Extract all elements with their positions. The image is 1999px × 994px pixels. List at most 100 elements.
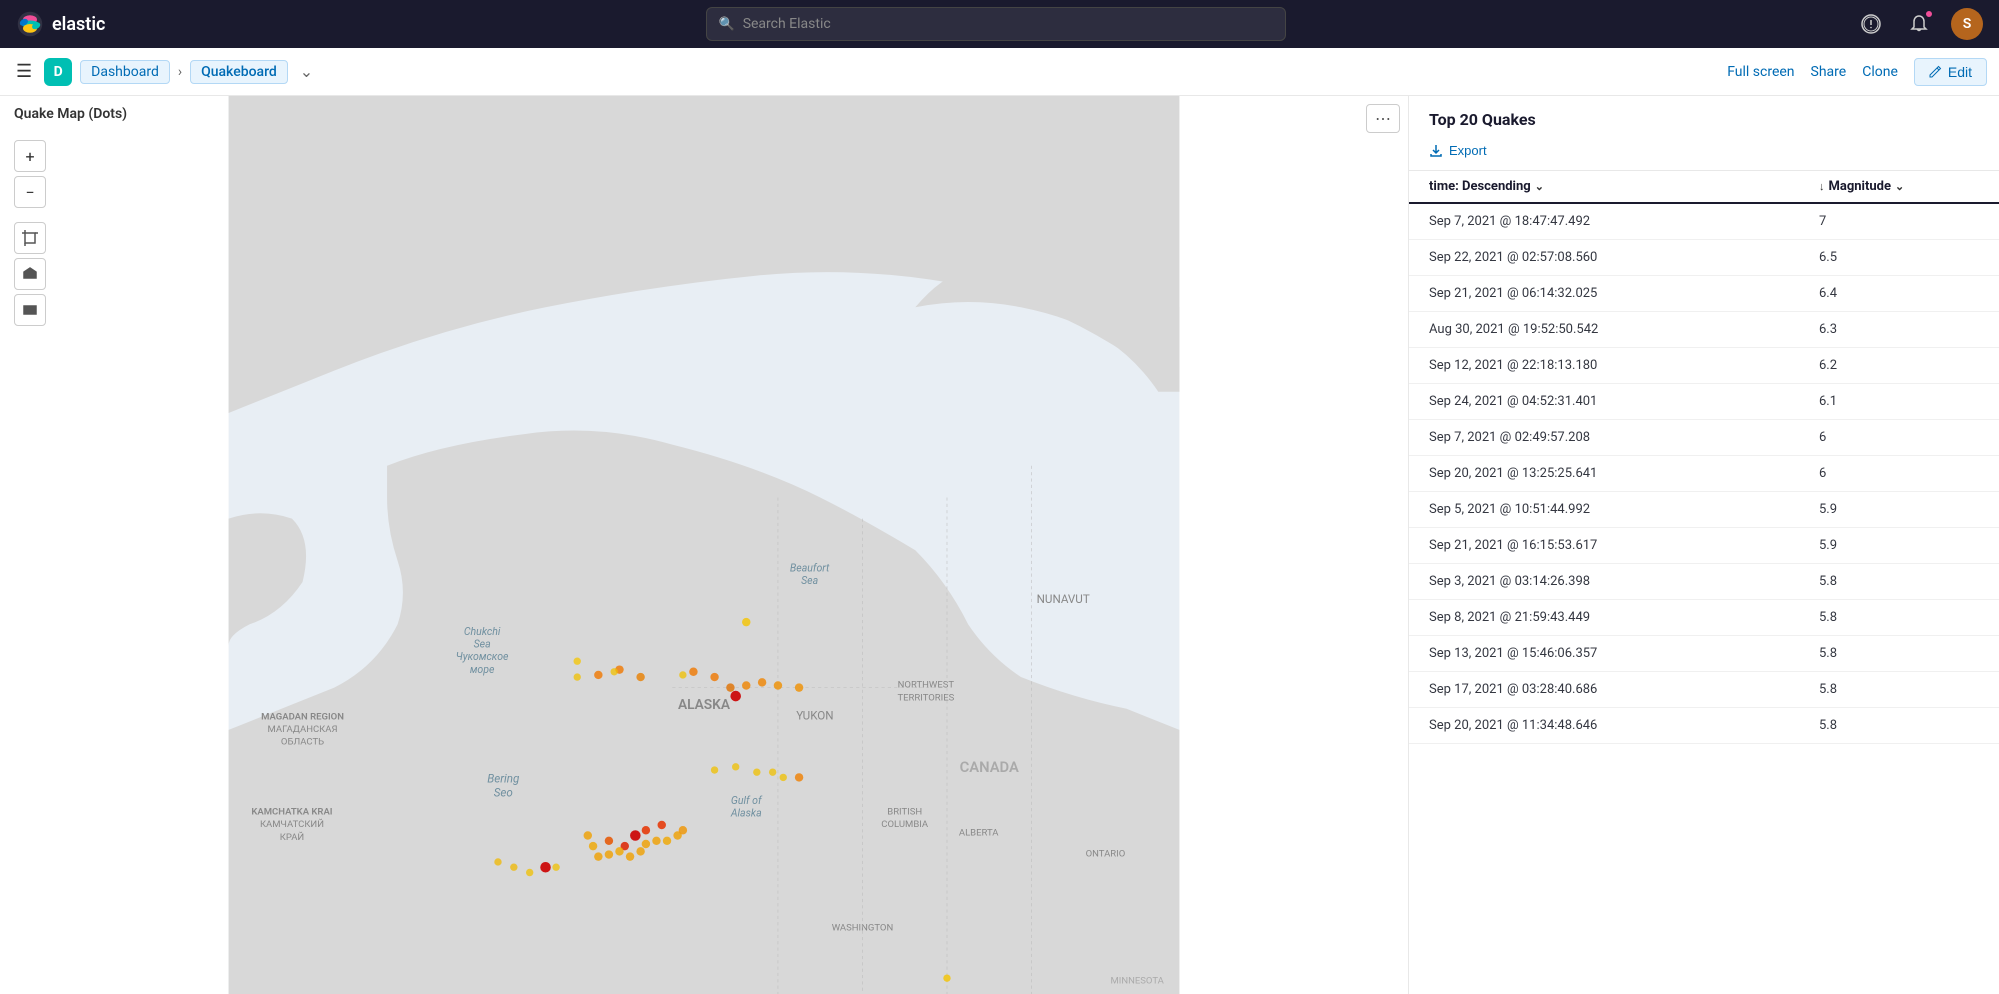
svg-text:море: море [470, 663, 495, 676]
breadcrumb-dashboard[interactable]: Dashboard [80, 60, 170, 84]
row-time: Sep 21, 2021 @ 06:14:32.025 [1429, 286, 1819, 301]
row-magnitude: 6.4 [1819, 286, 1979, 301]
breadcrumb-chevron[interactable]: ⌄ [296, 62, 317, 81]
svg-text:КАМЧАТСКИЙ: КАМЧАТСКИЙ [260, 818, 324, 830]
edit-pencil-icon [1929, 65, 1942, 78]
share-button[interactable]: Share [1811, 64, 1847, 80]
zoom-out-button[interactable]: − [14, 176, 46, 208]
row-time: Sep 12, 2021 @ 22:18:13.180 [1429, 358, 1819, 373]
row-magnitude: 5.9 [1819, 502, 1979, 517]
svg-text:COLUMBIA: COLUMBIA [881, 819, 929, 830]
svg-text:Чукомское: Чукомское [456, 650, 509, 663]
svg-text:ONTARIO: ONTARIO [1086, 849, 1126, 860]
breadcrumb-separator: › [178, 64, 182, 80]
edit-button[interactable]: Edit [1914, 58, 1987, 86]
svg-text:TERRITORIES: TERRITORIES [897, 692, 954, 703]
crop-tool-button[interactable] [14, 222, 46, 254]
map-title: Quake Map (Dots) [14, 106, 127, 122]
map-panel: Quake Map (Dots) ⋯ + − [0, 96, 1409, 994]
rectangle-icon [22, 302, 38, 318]
svg-text:NORTHWEST: NORTHWEST [898, 680, 955, 691]
table-row[interactable]: Sep 5, 2021 @ 10:51:44.992 5.9 [1409, 492, 1999, 528]
elastic-text: elastic [52, 14, 105, 35]
svg-text:ОБЛАСТЬ: ОБЛАСТЬ [281, 737, 324, 748]
table-row[interactable]: Sep 21, 2021 @ 06:14:32.025 6.4 [1409, 276, 1999, 312]
table-row[interactable]: Sep 7, 2021 @ 18:47:47.492 7 [1409, 204, 1999, 240]
row-time: Sep 3, 2021 @ 03:14:26.398 [1429, 574, 1819, 589]
alert-icon-btn[interactable] [1855, 8, 1887, 40]
polygon-tool-button[interactable] [14, 258, 46, 290]
table-row[interactable]: Sep 13, 2021 @ 15:46:06.357 5.8 [1409, 636, 1999, 672]
col-magnitude-header[interactable]: ↓ Magnitude ⌄ [1819, 179, 1979, 194]
row-magnitude: 6.5 [1819, 250, 1979, 265]
row-time: Aug 30, 2021 @ 19:52:50.542 [1429, 322, 1819, 337]
clone-button[interactable]: Clone [1862, 64, 1898, 80]
row-magnitude: 5.8 [1819, 610, 1979, 625]
table-row[interactable]: Sep 24, 2021 @ 04:52:31.401 6.1 [1409, 384, 1999, 420]
svg-text:Sea: Sea [474, 637, 491, 650]
svg-text:ALASKA: ALASKA [678, 697, 731, 713]
top-navigation: elastic 🔍 Search Elastic S [0, 0, 1999, 48]
row-time: Sep 17, 2021 @ 03:28:40.686 [1429, 682, 1819, 697]
alert-icon [1861, 14, 1881, 34]
map-visualization[interactable]: Chukchi Sea Чукомское море Beaufort Sea … [0, 96, 1408, 994]
rectangle-tool-button[interactable] [14, 294, 46, 326]
row-time: Sep 5, 2021 @ 10:51:44.992 [1429, 502, 1819, 517]
table-row[interactable]: Sep 7, 2021 @ 02:49:57.208 6 [1409, 420, 1999, 456]
svg-text:YUKON: YUKON [796, 708, 833, 722]
zoom-in-button[interactable]: + [14, 140, 46, 172]
svg-text:МАГАДАНСКАЯ: МАГАДАНСКАЯ [268, 724, 338, 735]
col-time-label: time: Descending [1429, 179, 1531, 194]
table-row[interactable]: Aug 30, 2021 @ 19:52:50.542 6.3 [1409, 312, 1999, 348]
row-time: Sep 20, 2021 @ 11:34:48.646 [1429, 718, 1819, 733]
row-magnitude: 5.8 [1819, 682, 1979, 697]
table-row[interactable]: Sep 17, 2021 @ 03:28:40.686 5.8 [1409, 672, 1999, 708]
elastic-logo[interactable]: elastic [16, 10, 136, 38]
table-row[interactable]: Sep 3, 2021 @ 03:14:26.398 5.8 [1409, 564, 1999, 600]
nav-right-actions: Full screen Share Clone Edit [1727, 58, 1987, 86]
map-controls: + − [14, 140, 46, 326]
svg-text:Sea: Sea [801, 574, 818, 587]
table-row[interactable]: Sep 12, 2021 @ 22:18:13.180 6.2 [1409, 348, 1999, 384]
breadcrumb-quakeboard[interactable]: Quakeboard [190, 60, 288, 84]
table-column-headers: time: Descending ⌄ ↓ Magnitude ⌄ [1409, 171, 1999, 204]
svg-text:ALBERTA: ALBERTA [959, 828, 999, 839]
search-bar-wrapper: 🔍 Search Elastic [148, 7, 1843, 41]
user-avatar[interactable]: S [1951, 8, 1983, 40]
export-icon [1429, 144, 1443, 158]
table-row[interactable]: Sep 20, 2021 @ 13:25:25.641 6 [1409, 456, 1999, 492]
svg-text:CANADA: CANADA [960, 758, 1019, 776]
export-button[interactable]: Export [1429, 139, 1487, 162]
table-row[interactable]: Sep 8, 2021 @ 21:59:43.449 5.8 [1409, 600, 1999, 636]
menu-toggle-button[interactable]: ☰ [12, 57, 36, 86]
bell-icon-btn[interactable] [1903, 8, 1935, 40]
table-row[interactable]: Sep 21, 2021 @ 16:15:53.617 5.9 [1409, 528, 1999, 564]
search-icon: 🔍 [719, 17, 735, 32]
row-magnitude: 6 [1819, 430, 1979, 445]
export-label: Export [1449, 143, 1487, 158]
row-magnitude: 5.8 [1819, 646, 1979, 661]
row-magnitude: 6.2 [1819, 358, 1979, 373]
svg-text:BRITISH: BRITISH [887, 806, 922, 817]
breadcrumb-d[interactable]: D [44, 58, 72, 86]
table-panel: Top 20 Quakes Export time: Descending ⌄ … [1409, 96, 1999, 994]
map-options-button[interactable]: ⋯ [1366, 104, 1400, 133]
crop-icon [22, 230, 38, 246]
table-row[interactable]: Sep 22, 2021 @ 02:57:08.560 6.5 [1409, 240, 1999, 276]
col-time-header[interactable]: time: Descending ⌄ [1429, 179, 1819, 194]
row-magnitude: 5.8 [1819, 718, 1979, 733]
search-bar[interactable]: 🔍 Search Elastic [706, 7, 1286, 41]
magnitude-chevron-icon: ⌄ [1895, 180, 1904, 193]
row-time: Sep 13, 2021 @ 15:46:06.357 [1429, 646, 1819, 661]
secondary-navigation: ☰ D Dashboard › Quakeboard ⌄ Full screen… [0, 48, 1999, 96]
table-body: Sep 7, 2021 @ 18:47:47.492 7 Sep 22, 202… [1409, 204, 1999, 994]
row-time: Sep 22, 2021 @ 02:57:08.560 [1429, 250, 1819, 265]
row-magnitude: 5.9 [1819, 538, 1979, 553]
table-row[interactable]: Sep 20, 2021 @ 11:34:48.646 5.8 [1409, 708, 1999, 744]
fullscreen-button[interactable]: Full screen [1727, 64, 1794, 80]
svg-text:Alaska: Alaska [730, 807, 762, 820]
table-title: Top 20 Quakes [1429, 110, 1979, 129]
time-sort-icon: ⌄ [1535, 180, 1544, 193]
row-time: Sep 21, 2021 @ 16:15:53.617 [1429, 538, 1819, 553]
search-placeholder: Search Elastic [743, 16, 831, 32]
